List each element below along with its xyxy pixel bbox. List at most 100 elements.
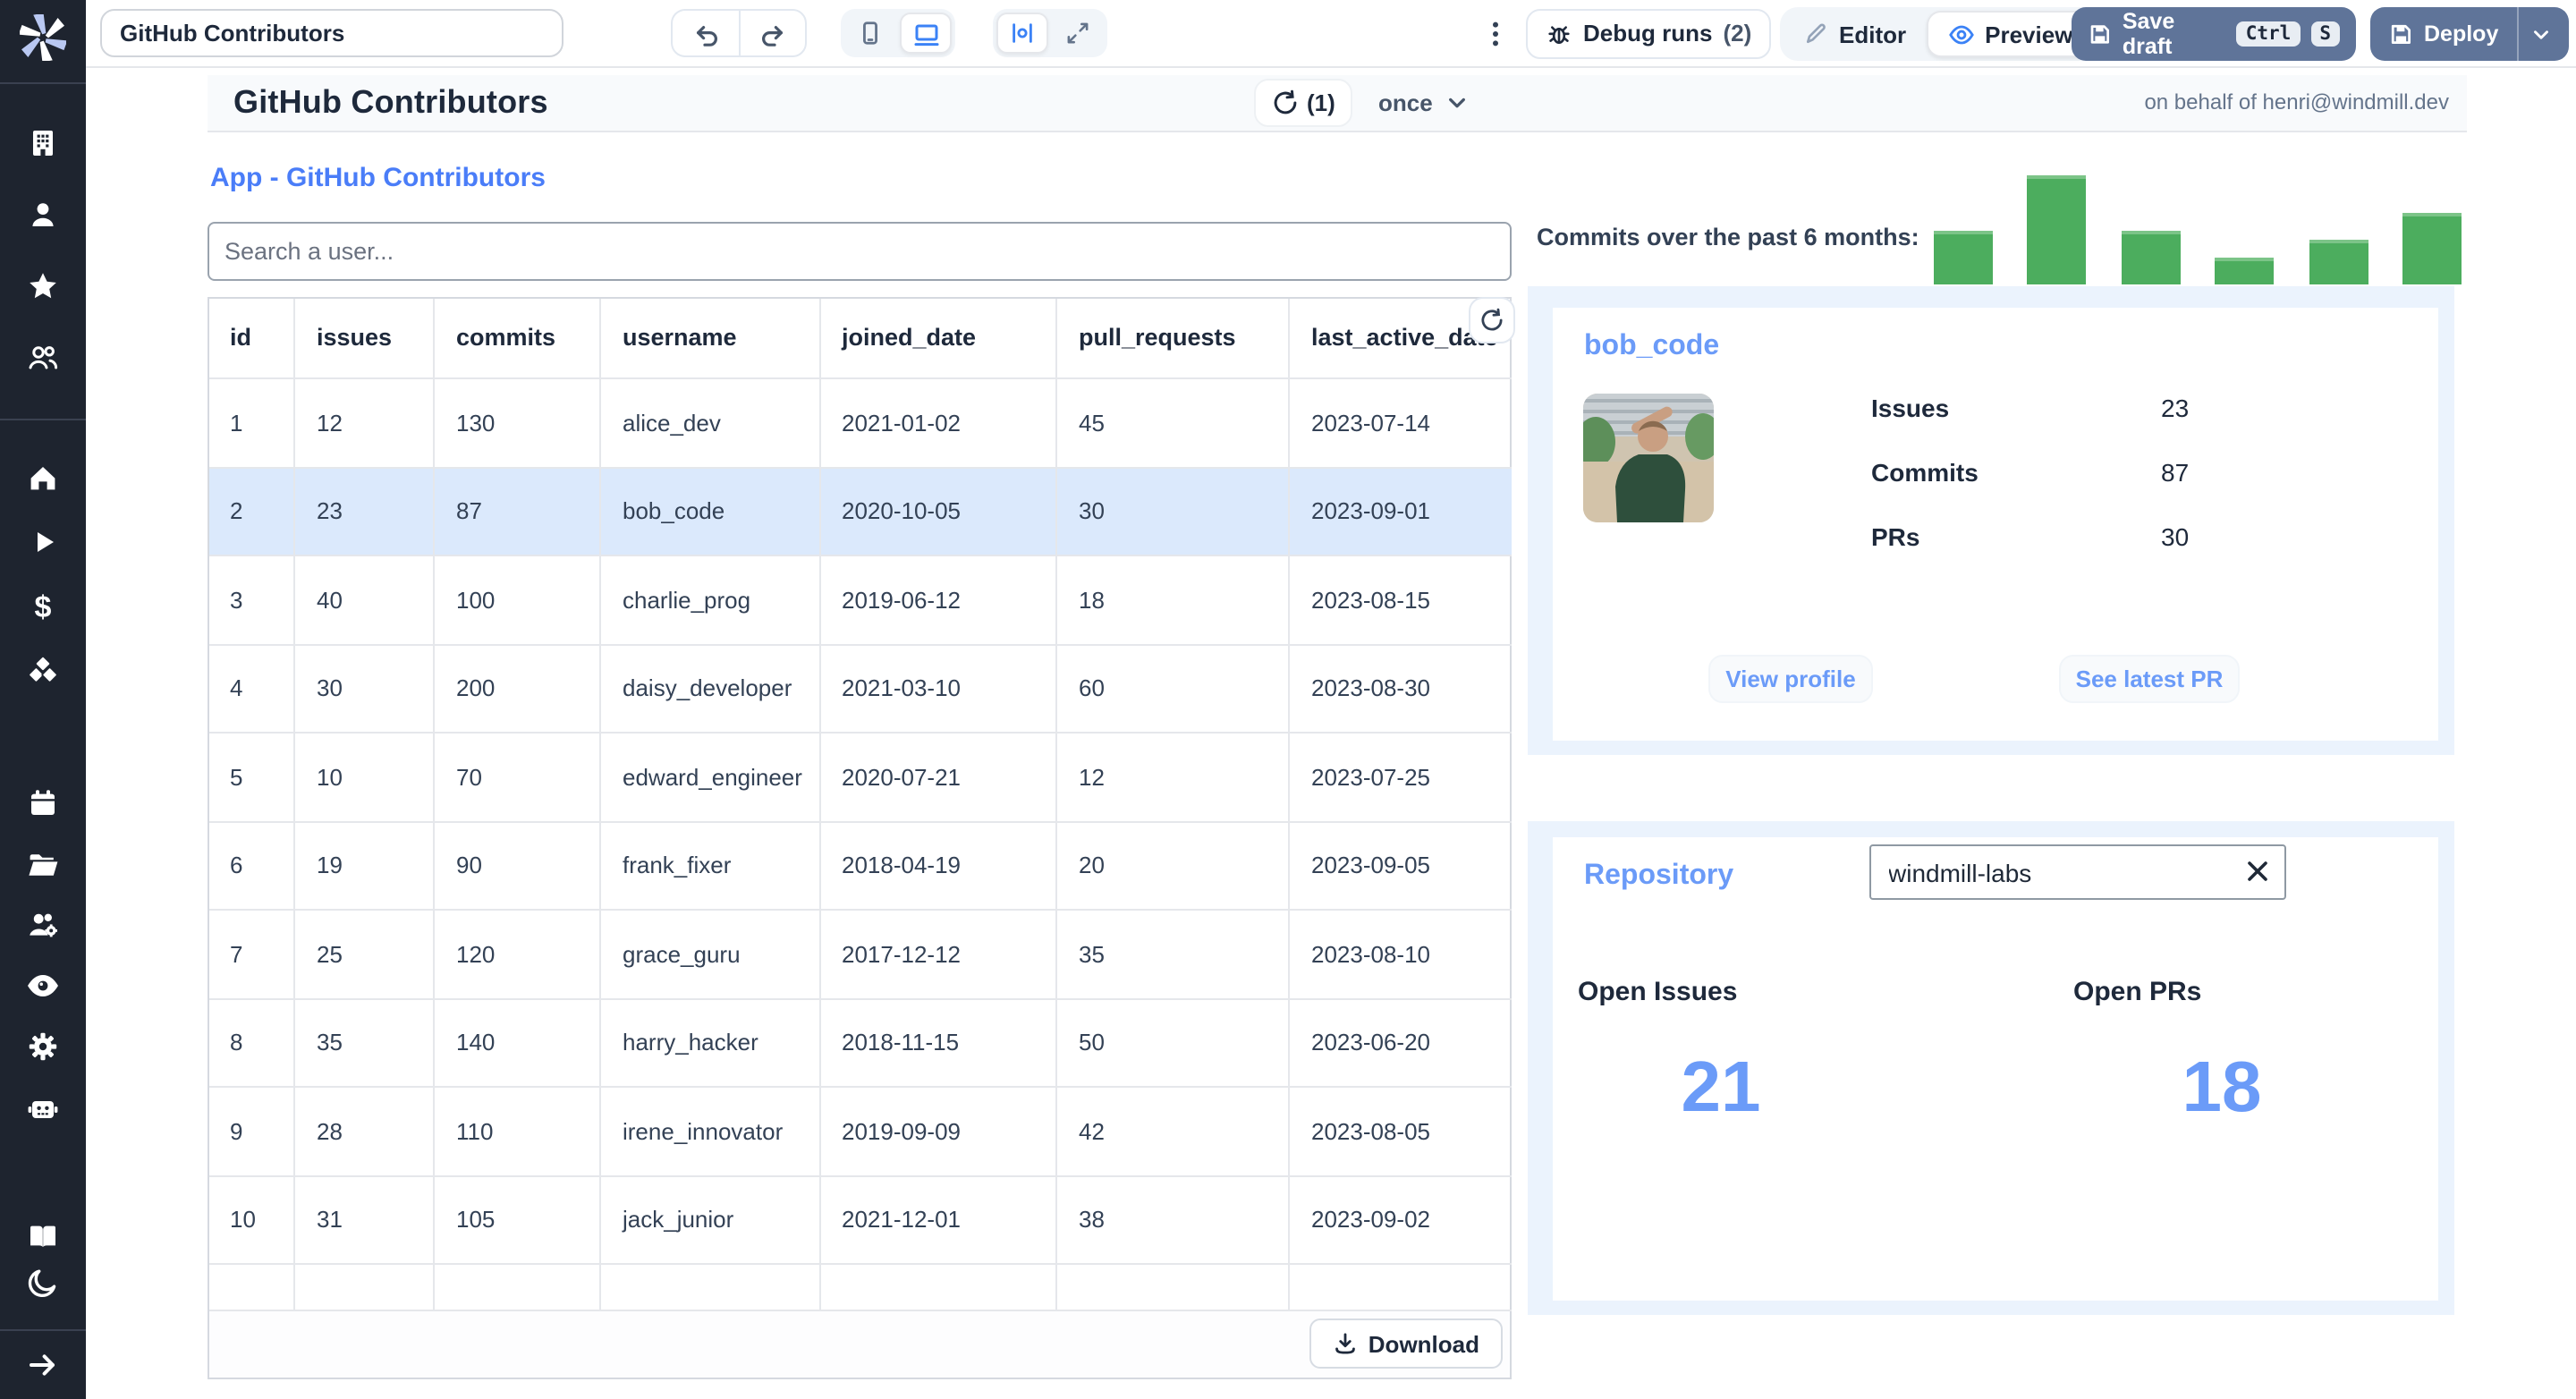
play-icon[interactable] [21, 521, 64, 564]
contributors-table: id issues commits username joined_date p… [207, 296, 1512, 1379]
column-header[interactable]: issues [295, 298, 435, 379]
table-row[interactable]: 4 30 200 daisy_developer 2021-03-10 60 2023-08… [208, 645, 1511, 733]
undo-button[interactable] [671, 9, 739, 57]
clear-input-icon[interactable] [2242, 857, 2271, 886]
home-icon[interactable] [21, 456, 64, 499]
save-icon [2090, 25, 2109, 44]
stat-label: Commits [1871, 458, 1979, 487]
refresh-icon [1481, 307, 1503, 330]
dollar-icon[interactable]: $ [21, 585, 64, 628]
commits-chart-label: Commits over the past 6 months: [1537, 224, 1919, 250]
deploy-button[interactable]: Deploy [2370, 7, 2516, 61]
schedule-select[interactable]: once [1378, 74, 1469, 130]
app-header-bar: GitHub Contributors (1) once on behalf o… [207, 74, 2467, 132]
chevron-down-icon [1448, 97, 1465, 107]
editor-tab[interactable]: Editor [1784, 11, 1926, 57]
users-icon[interactable] [21, 336, 64, 379]
repository-input[interactable] [1868, 844, 2285, 900]
table-row[interactable]: 9 28 110 irene_innovator 2019-09-09 42 2023-08… [208, 1088, 1511, 1176]
cubes-icon[interactable] [21, 649, 64, 692]
table-row[interactable]: 10 31 105 jack_junior 2021-12-01 38 2023-09-02 [208, 1176, 1511, 1265]
app-title-input[interactable] [100, 9, 564, 57]
commit-bar [2309, 239, 2368, 284]
preview-tab[interactable]: Preview [1926, 11, 2095, 57]
repository-card: Repository Open Issues Open PRs 21 18 [1553, 836, 2437, 1300]
view-profile-button[interactable]: View profile [1708, 655, 1873, 703]
open-prs-count: 18 [2182, 1047, 2262, 1126]
commit-bar [1934, 230, 1993, 284]
fullscreen-button[interactable] [1052, 13, 1104, 54]
table-footer: Download [208, 1310, 1510, 1377]
app-window: $ GitHub Contributors Debug runs (2) Edi… [0, 0, 2576, 1399]
table-row[interactable]: 3 40 100 charlie_prog 2019-06-12 18 2023-08-15 [208, 556, 1511, 645]
commits-bar-chart [1934, 174, 2462, 284]
refresh-count-button[interactable]: (1) [1253, 78, 1353, 126]
profile-panel: bob_code Issues 23 Commits 87 PRs 30 Vie… [1527, 286, 2453, 755]
deploy-dropdown-button[interactable] [2518, 7, 2564, 61]
editor-preview-toggle: Editor Preview [1780, 7, 2098, 61]
moon-icon[interactable] [21, 1261, 64, 1304]
commit-bar [2215, 257, 2275, 284]
folder-open-icon[interactable] [21, 843, 64, 886]
chevron-down-icon [2534, 30, 2549, 38]
column-header[interactable]: id [208, 298, 295, 379]
stat-label: Issues [1871, 394, 1950, 422]
mobile-view-button[interactable] [844, 13, 896, 54]
table-row[interactable]: 5 10 70 edward_engineer 2020-07-21 12 2023-07-… [208, 733, 1511, 822]
stat-value: 87 [2161, 458, 2190, 487]
table-row-selected[interactable]: 2 23 87 bob_code 2020-10-05 30 2023-09-01 [208, 468, 1511, 556]
open-issues-count: 21 [1681, 1047, 1761, 1126]
stat-value: 30 [2161, 522, 2190, 551]
repository-title: Repository [1584, 860, 1734, 890]
building-icon[interactable] [21, 122, 64, 165]
save-draft-button[interactable]: Save draft Ctrl S [2072, 7, 2356, 61]
refresh-icon [1273, 89, 1296, 114]
profile-username: bob_code [1584, 331, 1720, 361]
book-icon[interactable] [21, 1215, 64, 1258]
sidebar: $ [0, 0, 86, 1399]
download-button[interactable]: Download [1309, 1318, 1503, 1369]
column-header[interactable]: pull_requests [1057, 298, 1290, 379]
star-icon[interactable] [21, 265, 64, 308]
table-row-empty [208, 1265, 1511, 1310]
column-header[interactable]: username [601, 298, 820, 379]
windmill-logo-icon[interactable] [20, 14, 66, 61]
debug-runs-button[interactable]: Debug runs (2) [1526, 8, 1772, 58]
see-latest-pr-button[interactable]: See latest PR [2059, 655, 2240, 703]
table-refresh-button[interactable] [1469, 296, 1515, 343]
redo-button[interactable] [739, 9, 807, 57]
calendar-icon[interactable] [21, 782, 64, 825]
app-link-title[interactable]: App - GitHub Contributors [210, 163, 546, 193]
stat-value: 23 [2161, 394, 2190, 422]
eye-icon[interactable] [21, 964, 64, 1007]
table-row[interactable]: 1 12 130 alice_dev 2021-01-02 45 2023-07-14 [208, 379, 1511, 468]
undo-redo-group [671, 9, 807, 57]
arrow-right-icon[interactable] [21, 1344, 64, 1386]
center-align-button[interactable] [996, 13, 1048, 54]
user-group-gear-icon[interactable] [21, 903, 64, 946]
device-toggle [841, 9, 955, 57]
robot-icon[interactable] [21, 1086, 64, 1129]
download-icon [1335, 1333, 1355, 1354]
column-header[interactable]: commits [435, 298, 601, 379]
sidebar-divider [0, 1329, 86, 1331]
save-icon [2391, 24, 2411, 45]
column-header[interactable]: joined_date [820, 298, 1057, 379]
table-row[interactable]: 8 35 140 harry_hacker 2018-11-15 50 2023-06-20 [208, 999, 1511, 1088]
desktop-view-button[interactable] [900, 13, 952, 54]
user-icon[interactable] [21, 193, 64, 236]
profile-card: bob_code Issues 23 Commits 87 PRs 30 Vie… [1553, 308, 2437, 740]
pencil-icon [1806, 23, 1826, 44]
deploy-button-group: Deploy [2370, 7, 2569, 61]
repository-panel: Repository Open Issues Open PRs 21 18 [1527, 820, 2453, 1314]
gear-icon[interactable] [21, 1025, 64, 1068]
bug-icon [1548, 26, 1570, 45]
commit-bar [2027, 174, 2087, 284]
commit-bar [2121, 230, 2181, 284]
table-row[interactable]: 7 25 120 grace_guru 2017-12-12 35 2023-08-10 [208, 911, 1511, 999]
search-input[interactable] [207, 222, 1512, 281]
more-menu-icon[interactable] [1481, 20, 1510, 48]
page-title: GitHub Contributors [233, 83, 548, 120]
eye-preview-icon [1948, 24, 1973, 44]
table-row[interactable]: 6 19 90 frank_fixer 2018-04-19 20 2023-09-05 [208, 822, 1511, 911]
